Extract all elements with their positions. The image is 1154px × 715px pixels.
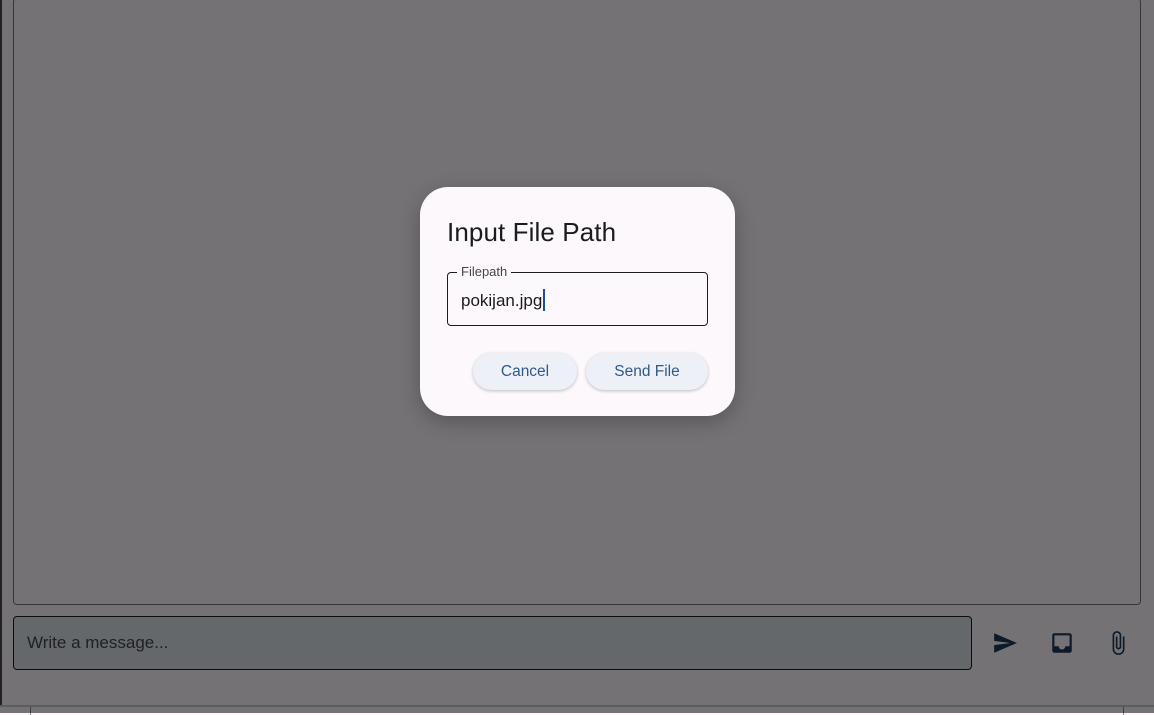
filepath-field[interactable]: Filepath pokijan.jpg [447, 264, 708, 326]
cancel-button[interactable]: Cancel [473, 353, 577, 390]
file-path-dialog: Input File Path Filepath pokijan.jpg Can… [420, 187, 735, 416]
text-cursor [543, 289, 546, 311]
dialog-title: Input File Path [447, 217, 617, 247]
send-file-button[interactable]: Send File [586, 353, 708, 390]
filepath-label: Filepath [457, 264, 512, 279]
filepath-input[interactable]: pokijan.jpg [461, 289, 546, 311]
